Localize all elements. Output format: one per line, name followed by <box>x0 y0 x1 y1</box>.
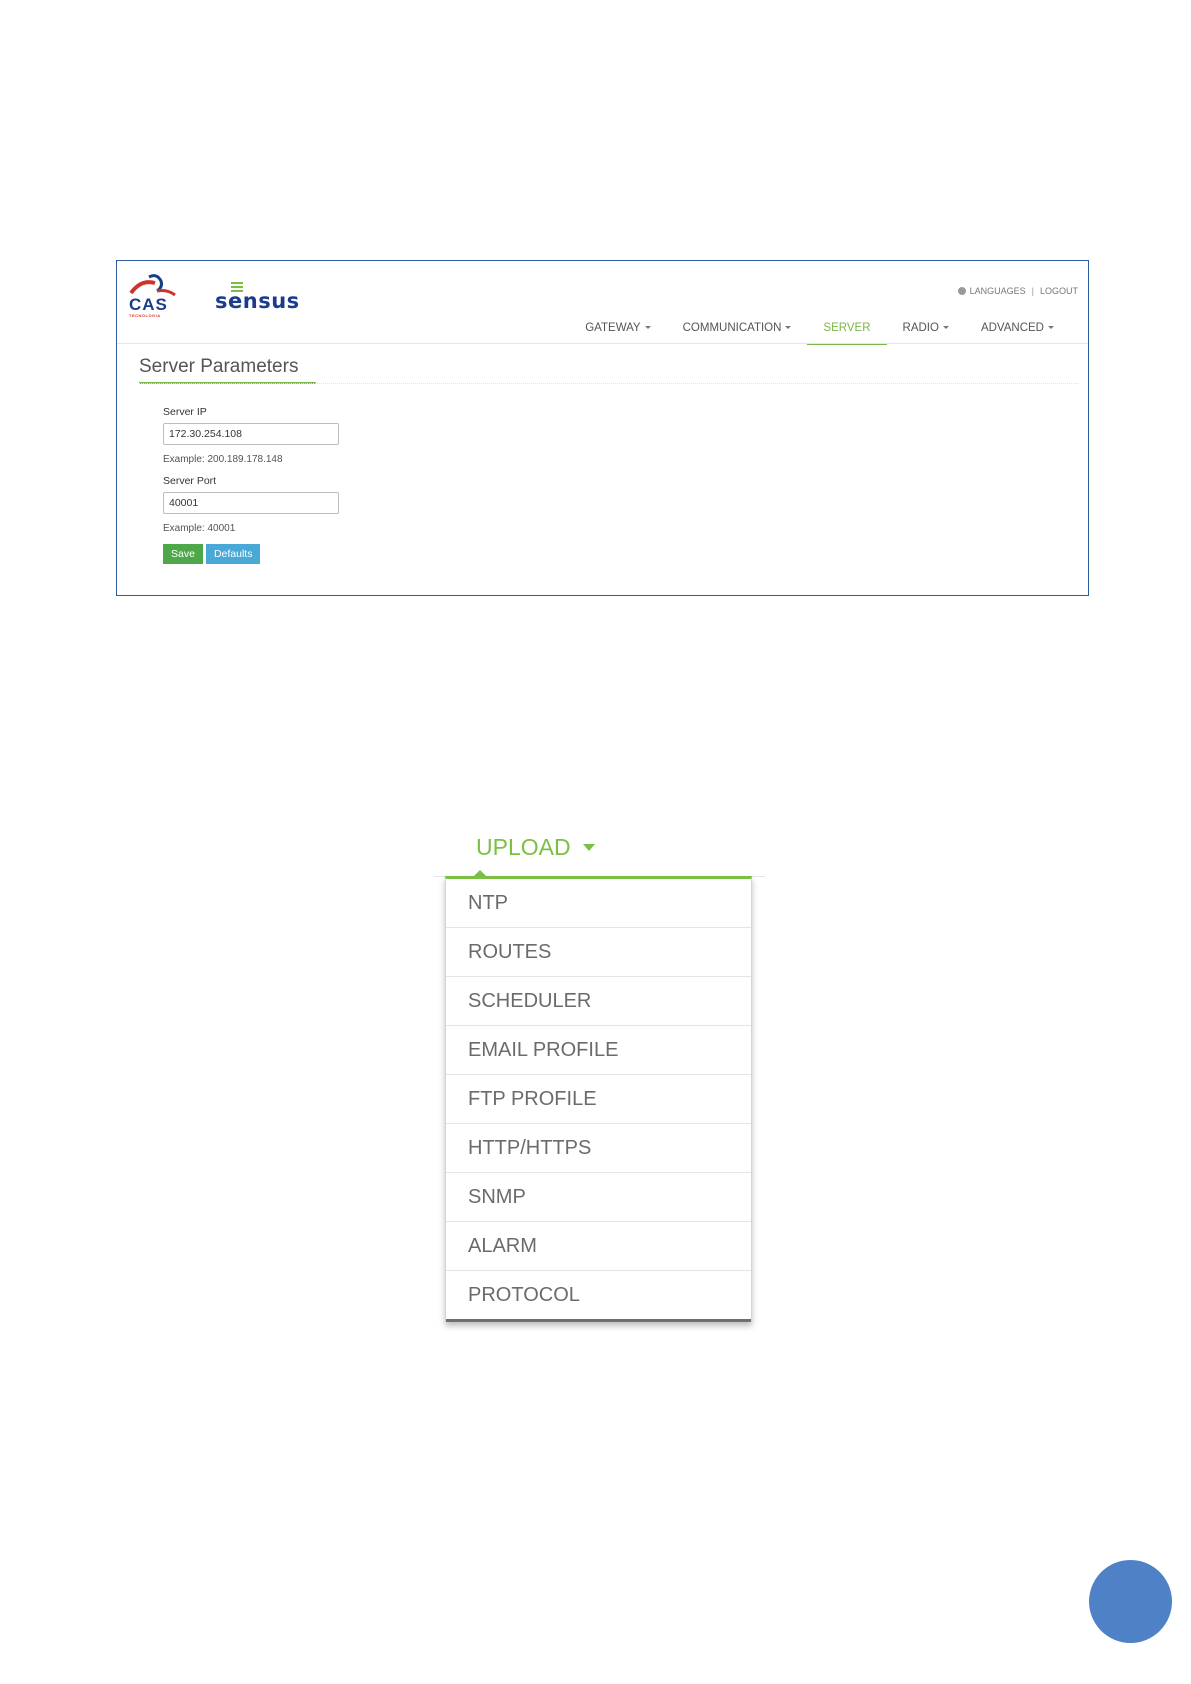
nav-advanced[interactable]: ADVANCED <box>965 319 1070 343</box>
defaults-button[interactable]: Defaults <box>205 544 261 564</box>
menu-item-ntp[interactable]: NTP <box>446 879 751 928</box>
caret-down-icon <box>644 326 651 329</box>
caret-down-icon <box>785 326 792 329</box>
menu-item-ftp-profile[interactable]: FTP PROFILE <box>446 1075 751 1124</box>
title-divider <box>139 383 1078 384</box>
sensus-logo: sensus <box>215 282 311 313</box>
upload-menu: NTP ROUTES SCHEDULER EMAIL PROFILE FTP P… <box>445 876 752 1322</box>
nav-radio[interactable]: RADIO <box>887 319 965 343</box>
menu-item-alarm[interactable]: ALARM <box>446 1222 751 1271</box>
menu-item-protocol[interactable]: PROTOCOL <box>446 1271 751 1322</box>
logout-link[interactable]: LOGOUT <box>1040 286 1078 296</box>
main-nav: GATEWAY COMMUNICATION SERVER RADIO ADVAN… <box>569 319 1070 345</box>
globe-icon <box>957 287 966 295</box>
server-form: Server IP 172.30.254.108 Example: 200.18… <box>163 406 339 564</box>
save-button[interactable]: Save <box>163 544 203 564</box>
nav-gateway-label: GATEWAY <box>585 322 641 334</box>
caret-down-icon <box>1048 326 1054 329</box>
cas-logo-text: CAS <box>129 295 168 314</box>
caret-down-icon <box>942 326 949 329</box>
page-badge <box>1089 1560 1172 1643</box>
menu-item-email-profile[interactable]: EMAIL PROFILE <box>446 1026 751 1075</box>
link-separator: | <box>1031 286 1034 296</box>
menu-item-http-https[interactable]: HTTP/HTTPS <box>446 1124 751 1173</box>
server-ip-input[interactable]: 172.30.254.108 <box>163 423 339 445</box>
server-port-label: Server Port <box>163 475 217 487</box>
upload-label: UPLOAD <box>476 834 571 860</box>
menu-item-scheduler[interactable]: SCHEDULER <box>446 977 751 1026</box>
nav-radio-label: RADIO <box>902 322 939 334</box>
server-port-input[interactable]: 40001 <box>163 492 339 514</box>
caret-down-icon <box>582 844 595 851</box>
nav-server-label: SERVER <box>823 322 871 334</box>
nav-gateway[interactable]: GATEWAY <box>569 319 666 343</box>
cas-logo: CAS TECNOLOGIA <box>127 273 179 319</box>
server-ip-hint: Example: 200.189.178.148 <box>163 454 283 465</box>
server-ip-label: Server IP <box>163 406 207 418</box>
menu-item-snmp[interactable]: SNMP <box>446 1173 751 1222</box>
upload-dropdown: NTP ROUTES SCHEDULER EMAIL PROFILE FTP P… <box>434 870 766 1336</box>
languages-link[interactable]: LANGUAGES <box>970 286 1026 296</box>
nav-advanced-label: ADVANCED <box>980 322 1044 334</box>
sensus-logo-text: sensus <box>215 289 300 313</box>
menu-item-routes[interactable]: ROUTES <box>446 928 751 977</box>
header-divider <box>117 343 1088 344</box>
page-title: Server Parameters <box>139 356 316 384</box>
server-port-hint: Example: 40001 <box>163 523 236 534</box>
form-buttons: Save Defaults <box>163 544 339 564</box>
cas-logo-subtitle: TECNOLOGIA <box>129 313 161 318</box>
nav-communication-label: COMMUNICATION <box>682 322 782 334</box>
screenshot-frame: CAS TECNOLOGIA sensus LANGUAGES | LOGOUT… <box>116 260 1089 596</box>
nav-communication[interactable]: COMMUNICATION <box>667 319 808 343</box>
nav-server[interactable]: SERVER <box>807 319 887 345</box>
top-links: LANGUAGES | LOGOUT <box>957 286 1078 296</box>
upload-menu-toggle[interactable]: UPLOAD <box>476 834 595 861</box>
